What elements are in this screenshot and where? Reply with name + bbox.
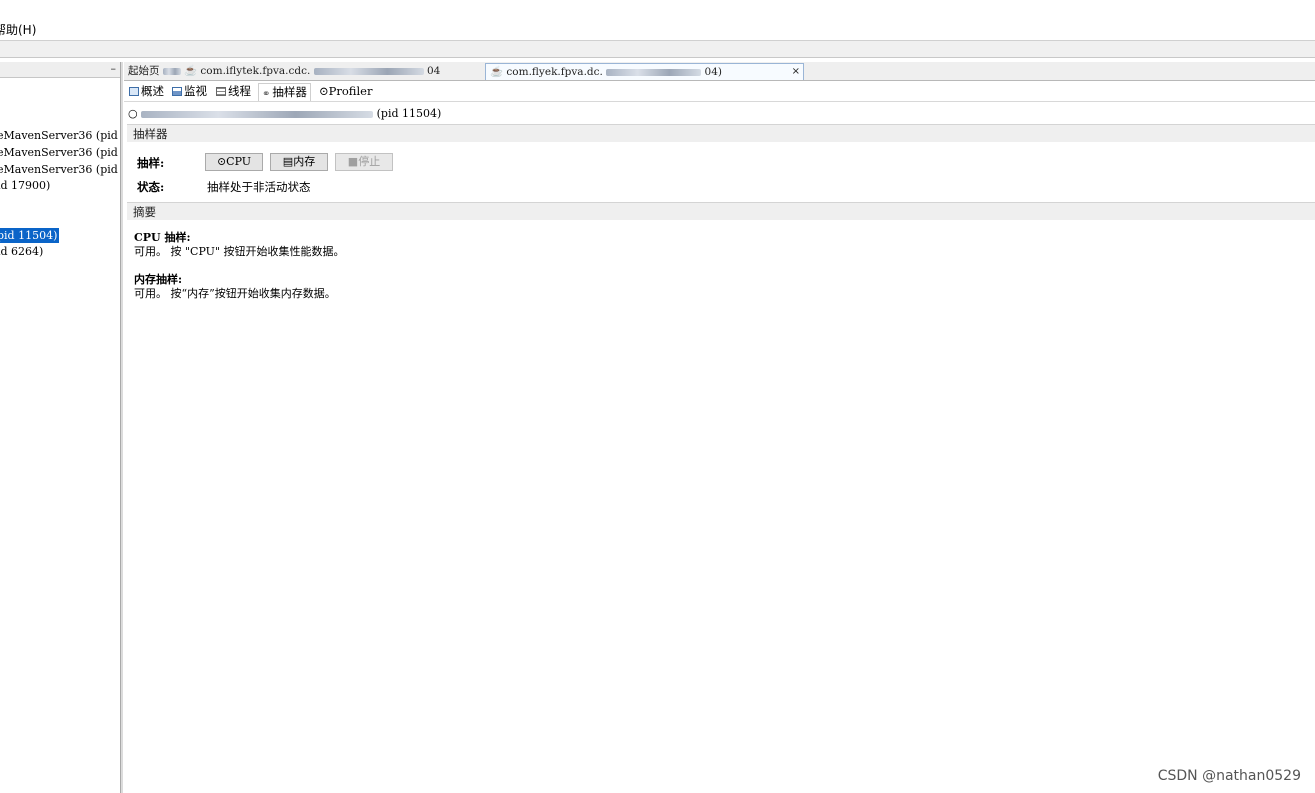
- tab-app2-label: com.flyek.fpva.dc.: [506, 66, 603, 78]
- tab-overview[interactable]: 概述: [126, 83, 167, 100]
- tab-overview-label: 概述: [141, 84, 164, 98]
- tab-profiler-label: Profiler: [328, 84, 373, 98]
- menu-bar: 帮助(H): [0, 21, 1315, 40]
- tab-app1-suffix: 04: [427, 65, 441, 77]
- tab-application-2-active[interactable]: ☕ com.flyek.fpva.dc. 04) ×: [485, 63, 804, 80]
- pane-splitter[interactable]: [121, 62, 123, 793]
- tab-sampler[interactable]: ⚭ 抽样器: [258, 83, 311, 101]
- cpu-button-label: CPU: [226, 155, 252, 168]
- status-label: 状态:: [137, 180, 165, 194]
- tree-item-selected[interactable]: pid 11504): [0, 228, 60, 243]
- process-pid: (pid 11504): [376, 107, 442, 120]
- blurred-text: [313, 67, 424, 75]
- cpu-sampling-text: 可用。 按 "CPU" 按钮开始收集性能数据。: [134, 245, 345, 258]
- tree-item[interactable]: eMavenServer36 (pid: [0, 162, 118, 177]
- view-tabs: 概述 监视 线程 ⚭ 抽样器 ⊙Profiler: [124, 82, 1315, 102]
- blurred-text: [606, 68, 702, 76]
- summary-section-header[interactable]: 摘要: [127, 202, 1315, 220]
- applications-pane: – eMavenServer36 (pid eMavenServer36 (pi…: [0, 62, 121, 793]
- tab-start-label: 起始页: [128, 65, 160, 77]
- tab-start-page[interactable]: 起始页: [124, 63, 184, 79]
- memory-button[interactable]: ▤内存: [270, 153, 328, 171]
- cpu-button[interactable]: ⊙CPU: [205, 153, 263, 171]
- tab-profiler[interactable]: ⊙Profiler: [316, 83, 375, 100]
- clock-icon: ⊙: [216, 155, 227, 168]
- sampling-label: 抽样:: [137, 156, 165, 170]
- blurred-text: [162, 67, 181, 75]
- sampler-icon: ⚭: [262, 89, 271, 100]
- tree-item[interactable]: eMavenServer36 (pid: [0, 145, 118, 160]
- tree-item[interactable]: eMavenServer36 (pid: [0, 128, 118, 143]
- tree-item[interactable]: id 6264): [0, 244, 43, 259]
- java-icon: ☕: [184, 65, 198, 77]
- menu-help[interactable]: 帮助(H): [0, 21, 36, 40]
- tab-app1-label: com.iflytek.fpva.cdc.: [200, 65, 311, 77]
- sampler-section-header[interactable]: 抽样器: [127, 124, 1315, 142]
- profiler-icon: ⊙: [319, 84, 329, 98]
- java-icon: ☕: [490, 66, 504, 78]
- overview-icon: [129, 87, 139, 96]
- loading-icon: ○: [128, 107, 138, 120]
- tab-app2-suffix: 04): [704, 66, 723, 78]
- stop-icon: ■: [347, 155, 359, 168]
- tab-sampler-label: 抽样器: [272, 85, 307, 99]
- memory-button-label: 内存: [293, 155, 316, 168]
- window-title-bar: [0, 0, 1315, 22]
- stop-button-label: 停止: [358, 155, 381, 168]
- process-header: ○ (pid 11504): [128, 106, 441, 122]
- tab-monitor[interactable]: 监视: [169, 83, 210, 100]
- toolbar: [0, 40, 1315, 58]
- blurred-text: [141, 110, 374, 118]
- tab-threads-label: 线程: [228, 84, 251, 98]
- minimize-icon[interactable]: –: [111, 62, 117, 76]
- document-tabs: 起始页 ☕ com.iflytek.fpva.cdc. 04 ☕ com.fly…: [124, 62, 1315, 81]
- memory-icon: ▤: [282, 155, 294, 168]
- tab-threads[interactable]: 线程: [213, 83, 254, 100]
- stop-button[interactable]: ■停止: [335, 153, 393, 171]
- tree-item[interactable]: id 17900): [0, 178, 50, 193]
- tab-application-1[interactable]: ☕ com.iflytek.fpva.cdc. 04: [180, 63, 486, 79]
- watermark: CSDN @nathan0529: [1157, 768, 1301, 784]
- tab-monitor-label: 监视: [184, 84, 207, 98]
- threads-icon: [216, 87, 226, 96]
- status-value: 抽样处于非活动状态: [207, 180, 311, 194]
- applications-pane-header: –: [0, 62, 120, 78]
- close-tab-icon[interactable]: ×: [792, 64, 800, 80]
- memory-sampling-text: 可用。 按“内存”按钮开始收集内存数据。: [134, 287, 336, 300]
- monitor-icon: [172, 87, 182, 96]
